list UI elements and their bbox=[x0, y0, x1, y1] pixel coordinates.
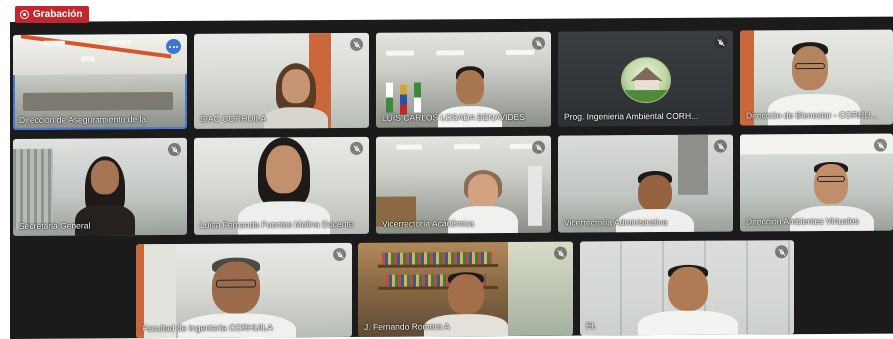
participant-tile[interactable]: Secretaria General bbox=[13, 137, 187, 236]
mic-off-icon bbox=[554, 246, 567, 260]
recording-badge: Grabación bbox=[15, 6, 90, 23]
participant-tile[interactable]: Luisa Fernanda Fuentes Molina Docente bbox=[194, 136, 369, 235]
participant-name: EL bbox=[586, 320, 597, 331]
mic-off-icon bbox=[714, 35, 727, 49]
participant-name: LUIS CARLOS LOSADA BENAVIDES bbox=[382, 111, 525, 123]
mic-off-icon bbox=[775, 245, 788, 259]
mic-off-icon bbox=[714, 139, 727, 153]
recording-label: Grabación bbox=[33, 9, 83, 20]
mic-off-icon bbox=[168, 142, 181, 157]
mic-off-icon bbox=[350, 141, 363, 155]
video-grid: Dirección de Aseguramiento de la SIAC CO… bbox=[10, 16, 893, 339]
mic-off-icon bbox=[532, 36, 545, 50]
participant-tile[interactable]: J. Fernando Romero A bbox=[358, 241, 573, 337]
participant-name: Dirección Ambientes Virtuales bbox=[746, 215, 859, 227]
participant-tile[interactable]: Vicerrectoría Administrativa bbox=[558, 134, 733, 233]
participant-tile[interactable]: LUIS CARLOS LOSADA BENAVIDES bbox=[376, 31, 551, 128]
participant-name: Luisa Fernanda Fuentes Molina Docente bbox=[200, 218, 354, 230]
participant-name: J. Fernando Romero A bbox=[364, 321, 450, 332]
more-options-button[interactable] bbox=[166, 38, 181, 55]
mic-off-icon bbox=[874, 138, 887, 152]
participant-tile[interactable]: Prog. Ingenieria Ambiental CORH... bbox=[558, 30, 733, 127]
participant-name: Vicerrectoría Administrativa bbox=[564, 216, 668, 228]
participant-name: Vicerrectoría Académica bbox=[382, 218, 474, 229]
participant-tile[interactable]: Facultad de Ingeniería CORHUILA bbox=[136, 242, 352, 339]
mic-off-icon bbox=[333, 247, 346, 262]
participant-tile[interactable]: SIAC CORHUILA bbox=[194, 32, 369, 129]
participant-name: Dirección de Aseguramiento de la bbox=[19, 114, 147, 125]
mic-off-icon bbox=[350, 37, 363, 51]
participant-name: Facultad de Ingeniería CORHUILA bbox=[142, 322, 273, 334]
participant-avatar bbox=[620, 56, 671, 104]
mic-off-icon bbox=[532, 140, 545, 154]
participant-name: Dirección de Bienestar - CORHU... bbox=[746, 109, 878, 121]
participant-name: SIAC CORHUILA bbox=[200, 113, 267, 124]
participant-name: Prog. Ingenieria Ambiental CORH... bbox=[564, 110, 699, 122]
participant-tile[interactable]: Dirección de Aseguramiento de la bbox=[13, 33, 187, 130]
participant-name: Secretaria General bbox=[19, 220, 91, 231]
participant-tile[interactable]: Dirección de Bienestar - CORHU... bbox=[740, 29, 893, 126]
participant-tile[interactable]: EL bbox=[580, 240, 794, 336]
record-icon bbox=[20, 10, 29, 19]
participant-tile[interactable]: Dirección Ambientes Virtuales bbox=[740, 133, 893, 232]
participant-tile[interactable]: Vicerrectoría Académica bbox=[376, 135, 551, 234]
